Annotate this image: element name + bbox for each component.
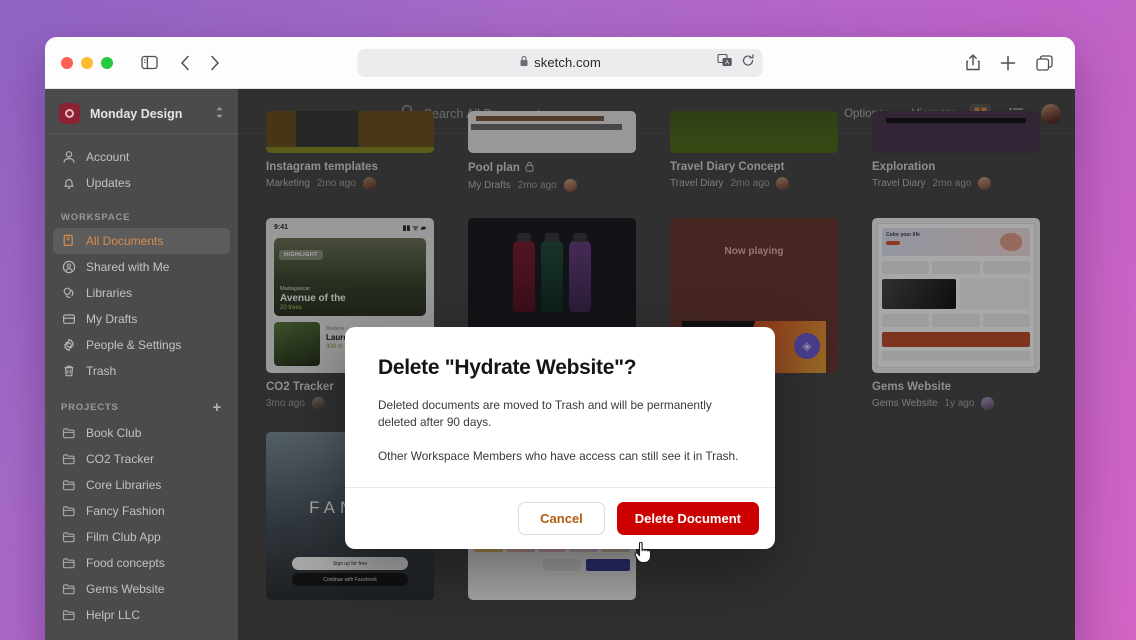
chevron-left-icon[interactable] [180, 55, 190, 71]
chevron-right-icon[interactable] [210, 55, 220, 71]
folder-icon [61, 556, 76, 571]
delete-document-button[interactable]: Delete Document [616, 502, 759, 536]
folder-icon [61, 530, 76, 545]
sidebar-project-book-club[interactable]: Book Club [53, 420, 230, 446]
sidebar-item-label: Shared with Me [86, 260, 170, 274]
svg-text:A: A [725, 60, 729, 66]
sidebar-project-fancy-fashion[interactable]: Fancy Fashion [53, 498, 230, 524]
maximize-window-button[interactable] [101, 56, 113, 69]
add-project-button[interactable]: + [212, 400, 222, 415]
folder-icon [61, 608, 76, 623]
sidebar-item-label: Helpr LLC [86, 608, 141, 622]
trash-icon [61, 364, 76, 379]
sidebar-item-my-drafts[interactable]: My Drafts [53, 306, 230, 332]
share-icon[interactable] [966, 54, 980, 71]
shared-icon [61, 260, 76, 275]
reload-icon[interactable] [742, 53, 755, 72]
url-text: sketch.com [534, 55, 601, 70]
sidebar-toggle-icon[interactable] [141, 55, 158, 70]
sidebar-project-core-libraries[interactable]: Core Libraries [53, 472, 230, 498]
cancel-button[interactable]: Cancel [518, 502, 605, 536]
sidebar-item-label: CO2 Tracker [86, 452, 155, 466]
sidebar-item-label: All Documents [86, 234, 164, 248]
dialog-paragraph-2: Other Workspace Members who have access … [378, 449, 739, 464]
bell-icon [61, 176, 76, 191]
documents-icon [61, 234, 76, 249]
sidebar-item-label: My Drafts [86, 312, 138, 326]
sidebar-item-label: Core Libraries [86, 478, 162, 492]
folder-icon [61, 504, 76, 519]
dialog-paragraph-1: Deleted documents are moved to Trash and… [378, 398, 712, 430]
workspace-logo-icon [59, 103, 80, 124]
window-controls [61, 56, 113, 69]
tab-overview-icon[interactable] [1036, 54, 1053, 71]
gear-icon [61, 338, 76, 353]
sidebar-item-shared-with-me[interactable]: Shared with Me [53, 254, 230, 280]
folder-icon [61, 582, 76, 597]
sidebar-item-label: Updates [86, 176, 131, 190]
address-bar[interactable]: sketch.com A [357, 48, 763, 77]
delete-confirmation-dialog: Delete "Hydrate Website"? Deleted docume… [345, 327, 775, 550]
close-window-button[interactable] [61, 56, 73, 69]
lock-icon [519, 54, 528, 72]
sidebar: Monday Design Account Updates WORKSPACE … [45, 89, 238, 640]
workspace-name: Monday Design [90, 106, 183, 121]
folder-icon [61, 452, 76, 467]
sidebar-item-account[interactable]: Account [53, 144, 230, 170]
folder-icon [61, 426, 76, 441]
sidebar-item-label: Account [86, 150, 130, 164]
sidebar-item-label: Fancy Fashion [86, 504, 165, 518]
projects-header-label: PROJECTS [61, 402, 119, 413]
mouse-cursor [634, 541, 652, 569]
person-icon [61, 150, 76, 165]
workspace-switcher[interactable]: Monday Design [45, 94, 238, 134]
sidebar-item-label: Libraries [86, 286, 133, 300]
sidebar-item-label: Book Club [86, 426, 142, 440]
sidebar-item-label: Gems Website [86, 582, 165, 596]
sidebar-project-food-concepts[interactable]: Food concepts [53, 550, 230, 576]
sidebar-item-label: Trash [86, 364, 117, 378]
libraries-icon [61, 286, 76, 301]
sidebar-item-libraries[interactable]: Libraries [53, 280, 230, 306]
sidebar-project-film-club-app[interactable]: Film Club App [53, 524, 230, 550]
sidebar-top-list: Account Updates WORKSPACE All Documents [45, 134, 238, 628]
browser-window: sketch.com A Monday Design Account Updat… [45, 37, 1075, 640]
workspace-section-header: WORKSPACE [53, 212, 230, 223]
drafts-icon [61, 312, 76, 327]
sidebar-item-all-documents[interactable]: All Documents [53, 228, 230, 254]
folder-icon [61, 478, 76, 493]
browser-toolbar: sketch.com A [45, 37, 1075, 89]
sidebar-item-trash[interactable]: Trash [53, 358, 230, 384]
translate-icon[interactable]: A [717, 53, 733, 72]
sidebar-item-label: People & Settings [86, 338, 182, 352]
sidebar-item-updates[interactable]: Updates [53, 170, 230, 196]
workspace-header-label: WORKSPACE [61, 212, 131, 223]
sidebar-project-helpr-llc[interactable]: Helpr LLC [53, 602, 230, 628]
sidebar-item-label: Food concepts [86, 556, 165, 570]
sidebar-project-co2-tracker[interactable]: CO2 Tracker [53, 446, 230, 472]
projects-section-header: PROJECTS + [53, 400, 230, 415]
sidebar-item-people-settings[interactable]: People & Settings [53, 332, 230, 358]
sidebar-item-label: Film Club App [86, 530, 161, 544]
chevron-up-down-icon[interactable] [215, 106, 224, 121]
dialog-actions: Cancel Delete Document [345, 487, 775, 549]
minimize-window-button[interactable] [81, 56, 93, 69]
plus-icon[interactable] [1000, 55, 1016, 71]
dialog-title: Delete "Hydrate Website"? [378, 356, 637, 379]
sidebar-project-gems-website[interactable]: Gems Website [53, 576, 230, 602]
